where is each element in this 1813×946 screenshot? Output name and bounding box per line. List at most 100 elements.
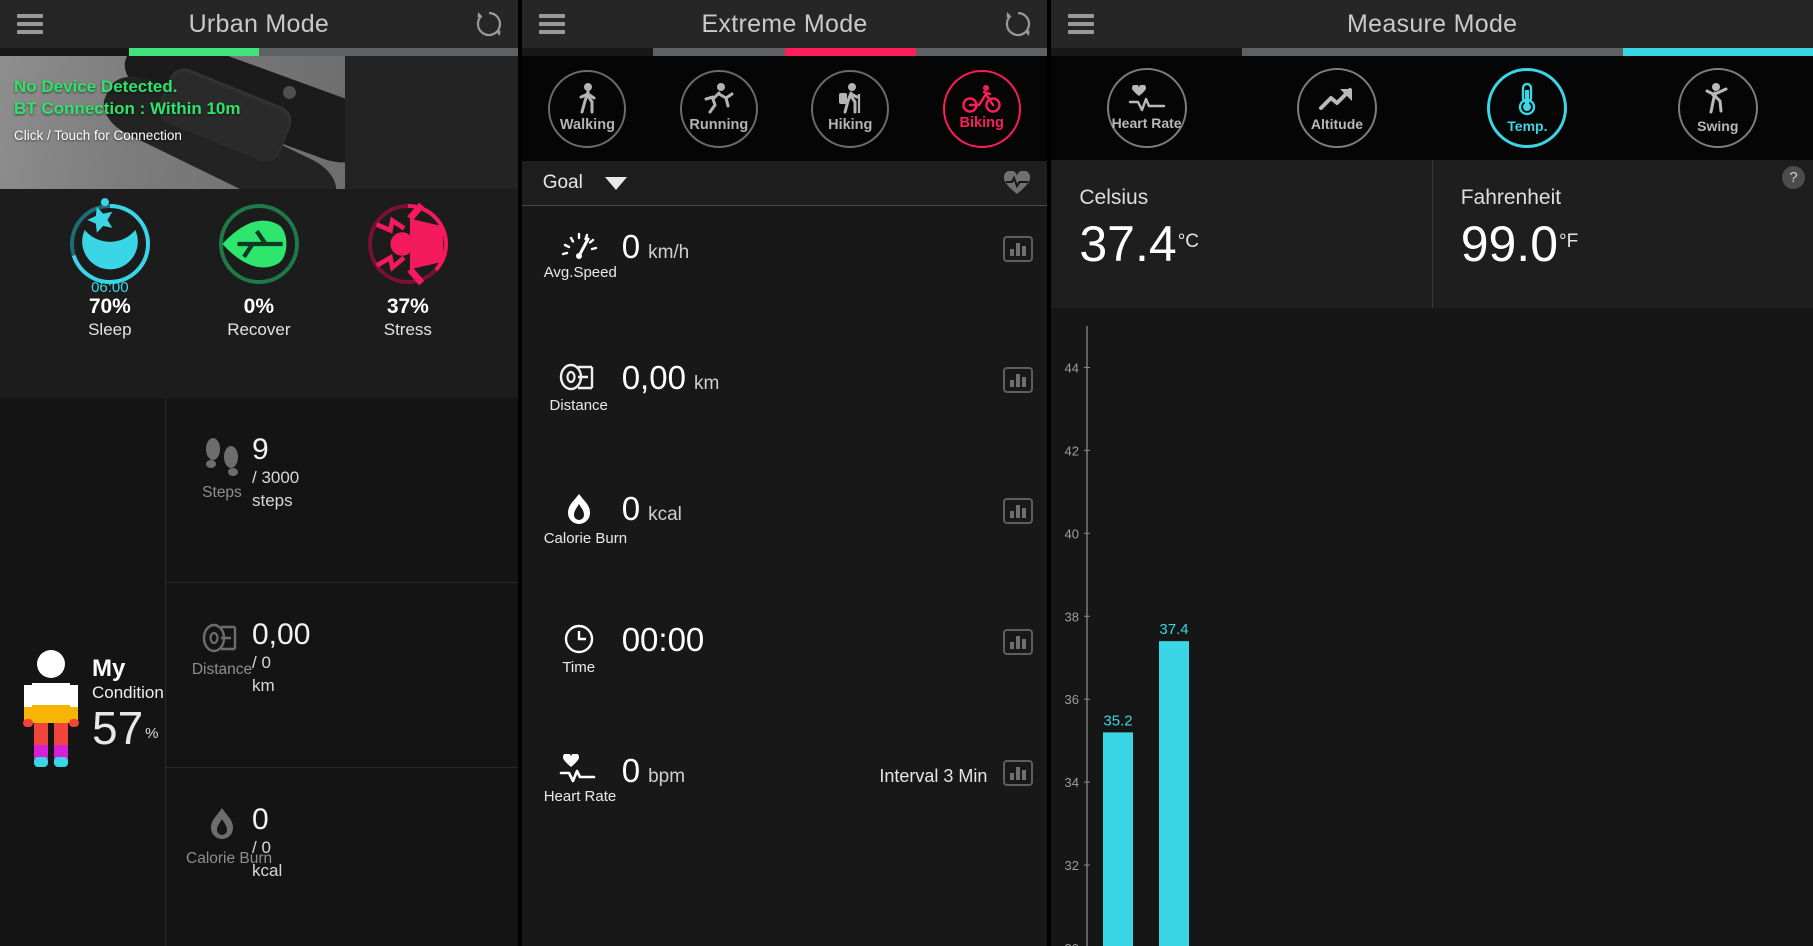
my-condition-widget[interactable]: My Condition 57%	[18, 649, 164, 772]
bar-chart-icon[interactable]	[1003, 367, 1034, 393]
gauge-stress[interactable]: 37% Stress	[345, 201, 470, 398]
condition-column: My Condition 57%	[0, 398, 165, 946]
help-question-icon[interactable]: ?	[1782, 166, 1805, 189]
measure-tab-swing[interactable]: Swing	[1623, 68, 1813, 148]
calories-icon-group: Calorie Burn	[544, 492, 627, 547]
activity-biking[interactable]: Biking	[916, 69, 1047, 148]
heartrate-unit: bpm	[648, 766, 686, 787]
urban-header: Urban Mode	[0, 0, 518, 48]
metric-row-distance[interactable]: Distance 0,00 / 0 km	[166, 583, 518, 768]
banner-line-3: Click / Touch for Connection	[14, 128, 182, 143]
sleep-label: Sleep	[88, 320, 132, 339]
tab-segment-3-active[interactable]	[784, 48, 916, 56]
heartrate-value: 0	[621, 752, 641, 789]
metric-row-calories[interactable]: Calorie Burn 0 / 0 kcal	[166, 768, 518, 946]
chart-bar-label: 35.2	[1104, 712, 1133, 729]
activity-label: Running	[689, 117, 749, 133]
tab-segment-4[interactable]	[388, 48, 518, 56]
distance-value: 0,00	[621, 359, 686, 396]
activity-hiking[interactable]: Hiking	[785, 69, 916, 148]
hamburger-menu-icon[interactable]	[6, 14, 54, 34]
activity-label: Walking	[559, 117, 615, 133]
bar-chart-icon[interactable]	[1003, 236, 1034, 262]
tab-segment-2[interactable]	[1241, 48, 1433, 56]
biking-icon	[961, 84, 1002, 114]
gauge-recover[interactable]: 0% Recover	[196, 201, 321, 398]
extreme-row-time[interactable]: Time 00:00	[522, 599, 1048, 730]
tab-segment-1[interactable]	[1051, 48, 1241, 56]
extreme-row-calories[interactable]: Calorie Burn 0 kcal	[522, 468, 1048, 599]
avgspeed-value-group: 0 km/h	[622, 228, 690, 266]
banner-line-2: BT Connection : Within 10m	[14, 99, 241, 118]
page-title: Urban Mode	[188, 9, 330, 38]
measure-tabstrip[interactable]	[1051, 48, 1813, 56]
bar-chart-icon[interactable]	[1003, 629, 1034, 655]
hamburger-menu-icon[interactable]	[1057, 14, 1105, 34]
measure-tab-label: Temp.	[1507, 118, 1548, 134]
sleep-ring: 06:00	[67, 198, 153, 296]
tab-segment-3[interactable]	[1432, 48, 1623, 56]
refresh-icon[interactable]	[474, 9, 504, 39]
extreme-row-avgspeed[interactable]: Avg.Speed 0 km/h	[522, 206, 1048, 337]
avgspeed-value: 0	[621, 228, 641, 265]
chevron-down-icon[interactable]	[604, 176, 627, 190]
celsius-value: 37.4	[1079, 216, 1177, 272]
three-panel-screenshot: Urban Mode No Device Detected. BT Connec…	[0, 0, 1813, 946]
condition-value: 57	[92, 702, 144, 754]
distance-label: Distance	[549, 397, 608, 414]
activity-running[interactable]: Running	[653, 69, 784, 148]
calories-label: Calorie Burn	[186, 850, 273, 867]
y-axis-tick-label: 40	[1065, 526, 1079, 541]
extreme-tabstrip[interactable]	[522, 48, 1048, 56]
measure-tab-selector: Heart Rate Altitude Temp. Swing	[1051, 56, 1813, 160]
time-value: 00:00	[621, 621, 705, 658]
gauge-sleep[interactable]: 06:00 70% Sleep	[47, 198, 172, 398]
banner-text: No Device Detected. BT Connection : With…	[14, 76, 241, 143]
heart-pulse-icon[interactable]	[1003, 170, 1031, 196]
refresh-icon[interactable]	[1003, 9, 1033, 39]
tab-segment-4-active[interactable]	[1622, 48, 1813, 56]
y-axis-tick-label: 44	[1065, 360, 1079, 375]
y-axis-tick-label: 30	[1065, 941, 1079, 946]
metric-row-steps[interactable]: Steps 9 / 3000 steps	[166, 398, 518, 583]
chart-svg: 30 32 34 36 38 40 42 44 35.2 37.4	[1065, 326, 1190, 946]
banner-background-filler	[345, 56, 518, 189]
avgspeed-unit: km/h	[648, 242, 690, 263]
avgspeed-icon-group: Avg.Speed	[543, 230, 617, 281]
extreme-row-distance[interactable]: Distance 0,00 km	[522, 337, 1048, 468]
distance-wheel-icon	[544, 361, 614, 393]
measure-tab-heart-rate[interactable]: Heart Rate	[1051, 68, 1241, 148]
extreme-row-heartrate[interactable]: Heart Rate 0 bpm Interval 3 Min	[522, 730, 1048, 861]
heartrate-label: Heart Rate	[543, 788, 617, 805]
measure-tab-altitude[interactable]: Altitude	[1242, 68, 1432, 148]
tab-segment-3[interactable]	[258, 48, 389, 56]
time-icon-group: Time	[544, 623, 614, 676]
urban-tabstrip[interactable]	[0, 48, 518, 56]
banner-line-1: No Device Detected.	[14, 77, 178, 96]
bar-chart-icon[interactable]	[1003, 498, 1034, 524]
leaf-recover-icon	[216, 201, 302, 287]
hamburger-menu-icon[interactable]	[528, 14, 576, 34]
tab-segment-2[interactable]	[653, 48, 785, 56]
time-label: Time	[562, 659, 596, 676]
tab-segment-1[interactable]	[522, 48, 653, 56]
tab-segment-2-active[interactable]	[129, 48, 259, 56]
heartrate-interval-label: Interval 3 Min	[879, 766, 988, 786]
bar-chart-icon[interactable]	[1003, 760, 1034, 786]
distance-value-group: 0,00 km	[622, 359, 720, 397]
calories-value-group: 0 kcal	[622, 490, 682, 528]
celsius-label: Celsius	[1079, 186, 1149, 209]
tab-segment-1[interactable]	[0, 48, 129, 56]
measure-tab-temp[interactable]: Temp.	[1432, 68, 1622, 148]
recover-percent: 0%	[243, 295, 275, 318]
tab-segment-4[interactable]	[915, 48, 1048, 56]
avgspeed-label: Avg.Speed	[543, 264, 617, 281]
y-axis-tick-label: 36	[1065, 692, 1079, 707]
activity-walking[interactable]: Walking	[522, 69, 653, 148]
flame-icon	[186, 806, 258, 844]
device-connection-banner[interactable]: No Device Detected. BT Connection : With…	[0, 56, 345, 189]
measure-tab-label: Heart Rate	[1111, 115, 1182, 131]
distance-value: 0,00	[252, 618, 311, 651]
page-title: Measure Mode	[1347, 9, 1518, 38]
heart-rate-icon	[1126, 84, 1168, 113]
